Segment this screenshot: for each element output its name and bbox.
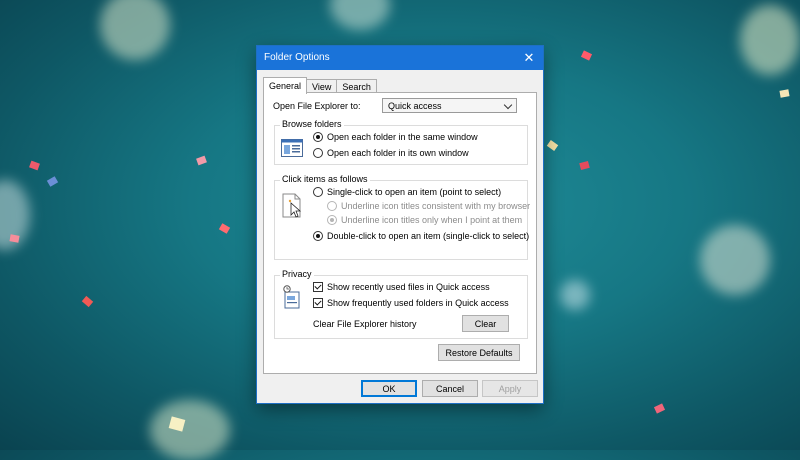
bokeh-light	[100, 0, 170, 60]
confetti	[29, 160, 40, 171]
radio-double-click[interactable]: Double-click to open an item (single-cli…	[313, 231, 529, 241]
radio-label: Open each folder in its own window	[327, 148, 469, 158]
confetti	[653, 403, 666, 414]
confetti	[81, 295, 94, 308]
bokeh-light	[560, 280, 590, 310]
radio-dot	[313, 187, 323, 197]
window-title: Folder Options	[264, 52, 330, 63]
bokeh-light	[700, 225, 770, 295]
pointer-click-icon	[282, 193, 302, 218]
clear-button[interactable]: Clear	[462, 315, 509, 332]
radio-same-window[interactable]: Open each folder in the same window	[313, 132, 478, 142]
folder-options-dialog: Folder Options ✕ General View Search Ope…	[257, 46, 543, 403]
radio-label: Underline icon titles only when I point …	[341, 215, 523, 225]
chevron-down-icon	[503, 100, 513, 110]
radio-underline-browser[interactable]: Underline icon titles consistent with my…	[327, 201, 530, 211]
confetti	[196, 155, 207, 166]
apply-button[interactable]: Apply	[482, 380, 538, 397]
open-explorer-label: Open File Explorer to:	[273, 101, 361, 111]
checkbox-box	[313, 298, 323, 308]
radio-dot	[327, 201, 337, 211]
privacy-group: Privacy Show recently used files in Quic…	[274, 269, 528, 339]
radio-dot	[327, 215, 337, 225]
windows-folder-icon	[281, 139, 303, 157]
confetti	[546, 140, 559, 151]
ok-button[interactable]: OK	[361, 380, 417, 397]
tab-strip: General View Search	[263, 77, 377, 94]
confetti	[580, 50, 593, 61]
checkbox-label: Show recently used files in Quick access	[327, 282, 490, 292]
confetti	[218, 223, 231, 234]
radio-underline-point[interactable]: Underline icon titles only when I point …	[327, 215, 522, 225]
browse-folders-legend: Browse folders	[280, 119, 344, 129]
confetti	[46, 176, 59, 187]
radio-label: Single-click to open an item (point to s…	[327, 187, 502, 197]
bokeh-light	[330, 0, 390, 30]
restore-defaults-button[interactable]: Restore Defaults	[438, 344, 520, 361]
bokeh-light	[150, 400, 230, 460]
browse-folders-group: Browse folders Open each folder in the s…	[274, 119, 528, 165]
checkbox-recent-files[interactable]: Show recently used files in Quick access	[313, 282, 490, 292]
checkbox-label: Show frequently used folders in Quick ac…	[327, 298, 509, 308]
confetti	[779, 89, 790, 98]
radio-label: Underline icon titles consistent with my…	[341, 201, 531, 211]
radio-own-window[interactable]: Open each folder in its own window	[313, 148, 469, 158]
radio-dot	[313, 132, 323, 142]
radio-dot	[313, 231, 323, 241]
open-explorer-dropdown[interactable]: Quick access	[382, 98, 517, 113]
privacy-legend: Privacy	[280, 269, 314, 279]
general-tab-panel: Open File Explorer to: Quick access Brow…	[263, 92, 537, 374]
open-explorer-value: Quick access	[388, 101, 442, 111]
tab-general[interactable]: General	[263, 77, 308, 94]
cancel-button[interactable]: Cancel	[422, 380, 478, 397]
bokeh-light	[740, 5, 800, 75]
checkbox-frequent-folders[interactable]: Show frequently used folders in Quick ac…	[313, 298, 509, 308]
click-items-legend: Click items as follows	[280, 174, 370, 184]
confetti	[9, 234, 20, 243]
radio-label: Double-click to open an item (single-cli…	[327, 231, 530, 241]
click-items-group: Click items as follows Single-click to o…	[274, 174, 530, 260]
clear-history-label: Clear File Explorer history	[313, 319, 417, 329]
confetti	[579, 160, 590, 171]
checkbox-box	[313, 282, 323, 292]
title-bar: Folder Options ✕	[257, 46, 543, 70]
radio-dot	[313, 148, 323, 158]
close-icon[interactable]: ✕	[515, 46, 543, 70]
privacy-files-icon	[283, 285, 300, 309]
radio-single-click[interactable]: Single-click to open an item (point to s…	[313, 187, 501, 197]
radio-label: Open each folder in the same window	[327, 132, 478, 142]
